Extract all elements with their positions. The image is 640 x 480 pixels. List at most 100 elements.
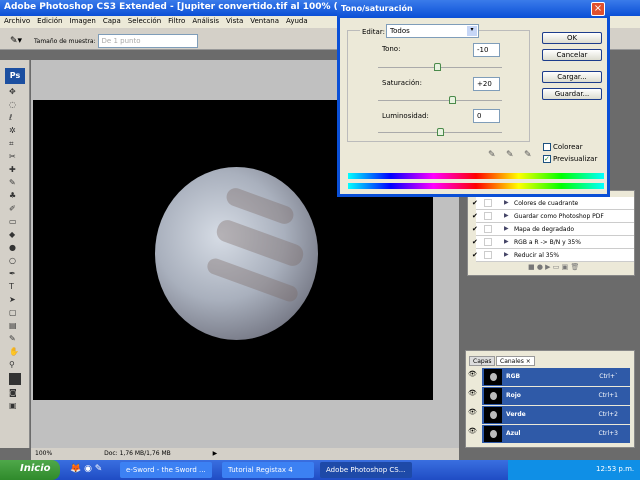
ok-button[interactable]: OK <box>542 32 602 44</box>
save-button[interactable]: Guardar... <box>542 88 602 100</box>
lasso-tool-icon[interactable]: ℓ <box>9 113 21 123</box>
eraser-tool-icon[interactable]: ▭ <box>9 217 21 227</box>
type-tool-icon[interactable]: T <box>9 282 21 292</box>
dialog-title: Tono/saturación <box>341 4 413 13</box>
sample-size-label: Tamaño de muestra: <box>33 38 96 45</box>
marquee-tool-icon[interactable]: ◌ <box>9 100 21 110</box>
hue-saturation-dialog: Tono/saturación × Editar: Todos ▾ Tono: -… <box>337 0 610 197</box>
chevron-down-icon: ▾ <box>467 26 477 36</box>
menu-analisis[interactable]: Análisis <box>192 17 219 25</box>
hue-label: Tono: <box>382 45 401 53</box>
task-registax[interactable]: Tutorial Registax 4 <box>222 462 314 478</box>
cancel-button[interactable]: Cancelar <box>542 49 602 61</box>
eye-icon[interactable]: 👁 <box>468 389 478 405</box>
stamp-tool-icon[interactable]: ♣ <box>9 191 21 201</box>
hue-input[interactable]: -10 <box>473 43 500 57</box>
ps-logo: Ps <box>5 68 25 84</box>
channel-row[interactable]: Azul Ctrl+3 <box>482 425 630 443</box>
zoom-tool-icon[interactable]: ⚲ <box>9 360 21 370</box>
move-tool-icon[interactable]: ✥ <box>9 87 21 97</box>
menu-ventana[interactable]: Ventana <box>250 17 279 25</box>
tab-canales[interactable]: Canales × <box>496 356 535 366</box>
sample-size-select[interactable]: De 1 punto <box>97 34 198 48</box>
blur-tool-icon[interactable]: ● <box>9 243 21 253</box>
eye-icon[interactable]: 👁 <box>468 370 478 386</box>
window-title: Adobe Photoshop CS3 Extended - [Jupiter … <box>4 2 391 12</box>
eyedropper-plus-icon[interactable]: ✎ <box>506 150 514 160</box>
input-spectrum-bar <box>348 173 604 179</box>
dodge-tool-icon[interactable]: ○ <box>9 256 21 266</box>
notes-tool-icon[interactable]: ▤ <box>9 321 21 331</box>
lightness-input[interactable]: 0 <box>473 109 500 123</box>
preview-label: Previsualizar <box>553 155 598 163</box>
actions-panel: ✔ ▶ Colores de cuadrante ✔ ▶ Guardar como Ph… <box>467 190 635 276</box>
eyedropper-icon[interactable]: ✎ <box>488 150 496 160</box>
output-spectrum-bar <box>348 183 604 189</box>
crop-tool-icon[interactable]: ⌗ <box>9 139 21 149</box>
path-select-icon[interactable]: ➤ <box>9 295 21 305</box>
close-button[interactable]: × <box>591 2 605 16</box>
clock: 12:53 p.m. <box>596 465 635 473</box>
edit-select[interactable]: Todos ▾ <box>386 24 479 38</box>
edit-label: Editar: <box>360 28 387 36</box>
status-menu-arrow-icon[interactable]: ▶ <box>213 450 218 457</box>
system-tray: 12:53 p.m. <box>508 460 640 480</box>
status-bar: 100% Doc: 1,76 MB/1,76 MB ▶ <box>31 448 459 460</box>
shape-tool-icon[interactable]: ▢ <box>9 308 21 318</box>
eye-icon[interactable]: 👁 <box>468 427 478 443</box>
channel-row[interactable]: Rojo Ctrl+1 <box>482 387 630 405</box>
brush-tool-icon[interactable]: ✎ <box>9 178 21 188</box>
actions-controls[interactable]: ■ ● ▶ ▭ ▣ 🗑 <box>468 262 634 271</box>
tab-capas[interactable]: Capas <box>469 356 496 366</box>
menu-edicion[interactable]: Edición <box>37 17 62 25</box>
toolbox: Ps ✥ ◌ ℓ ✲ ⌗ ✂ ✚ ✎ ♣ ✐ ▭ ◆ ● ○ ✒ T ➤ ▢ ▤… <box>0 60 30 448</box>
hue-slider-thumb[interactable] <box>433 63 441 71</box>
quick-launch-icons[interactable]: 🦊 ◉ ✎ <box>70 464 102 474</box>
action-item[interactable]: ✔ ▶ Guardar como Photoshop PDF <box>472 210 634 223</box>
task-esword[interactable]: e-Sword - the Sword ... <box>120 462 212 478</box>
action-item[interactable]: ✔ ▶ Colores de cuadrante <box>472 197 634 210</box>
quick-mask-icon[interactable]: ◙ <box>9 388 21 398</box>
load-button[interactable]: Cargar... <box>542 71 602 83</box>
channel-row[interactable]: Verde Ctrl+2 <box>482 406 630 424</box>
colorize-checkbox[interactable] <box>543 143 551 151</box>
saturation-input[interactable]: +20 <box>473 77 500 91</box>
slice-tool-icon[interactable]: ✂ <box>9 152 21 162</box>
pen-tool-icon[interactable]: ✒ <box>9 269 21 279</box>
start-button[interactable]: Inicio <box>0 460 60 480</box>
menu-vista[interactable]: Vista <box>226 17 243 25</box>
saturation-label: Saturación: <box>382 79 422 87</box>
eyedropper-icon[interactable]: ✎▾ <box>10 36 22 46</box>
action-item[interactable]: ✔ ▶ Mapa de degradado <box>472 223 634 236</box>
action-item[interactable]: ✔ ▶ RGB a R -> B/N y 35% <box>472 236 634 249</box>
menu-ayuda[interactable]: Ayuda <box>286 17 308 25</box>
saturation-slider-thumb[interactable] <box>449 96 457 104</box>
menu-seleccion[interactable]: Selección <box>128 17 161 25</box>
healing-tool-icon[interactable]: ✚ <box>9 165 21 175</box>
doc-size: Doc: 1,76 MB/1,76 MB <box>104 450 171 457</box>
eye-icon[interactable]: 👁 <box>468 408 478 424</box>
preview-checkbox[interactable]: ✓ <box>543 155 551 163</box>
action-item[interactable]: ✔ ▶ Reducir al 35% <box>472 249 634 262</box>
history-brush-icon[interactable]: ✐ <box>9 204 21 214</box>
eyedropper-minus-icon[interactable]: ✎ <box>524 150 532 160</box>
menu-archivo[interactable]: Archivo <box>4 17 30 25</box>
zoom-level[interactable]: 100% <box>35 450 52 457</box>
bucket-tool-icon[interactable]: ◆ <box>9 230 21 240</box>
edit-group <box>347 30 530 142</box>
eyedropper-tool-icon[interactable]: ✎ <box>9 334 21 344</box>
magic-wand-icon[interactable]: ✲ <box>9 126 21 136</box>
menu-filtro[interactable]: Filtro <box>168 17 185 25</box>
hand-tool-icon[interactable]: ✋ <box>9 347 21 357</box>
screen-mode-icon[interactable]: ▣ <box>9 401 21 411</box>
menu-capa[interactable]: Capa <box>103 17 121 25</box>
colorize-label: Colorear <box>553 143 583 151</box>
saturation-slider-track[interactable] <box>378 100 502 101</box>
lightness-slider-thumb[interactable] <box>437 128 444 136</box>
task-photoshop[interactable]: Adobe Photoshop CS... <box>320 462 412 478</box>
channel-row[interactable]: RGB Ctrl+` <box>482 368 630 386</box>
taskbar: Inicio 🦊 ◉ ✎ e-Sword - the Sword ... Tut… <box>0 460 640 480</box>
color-swatches-icon[interactable] <box>9 373 21 385</box>
channels-panel: Capas Canales × 👁 RGB Ctrl+` 👁 Rojo Ctrl+1… <box>465 350 635 448</box>
menu-imagen[interactable]: Imagen <box>70 17 96 25</box>
